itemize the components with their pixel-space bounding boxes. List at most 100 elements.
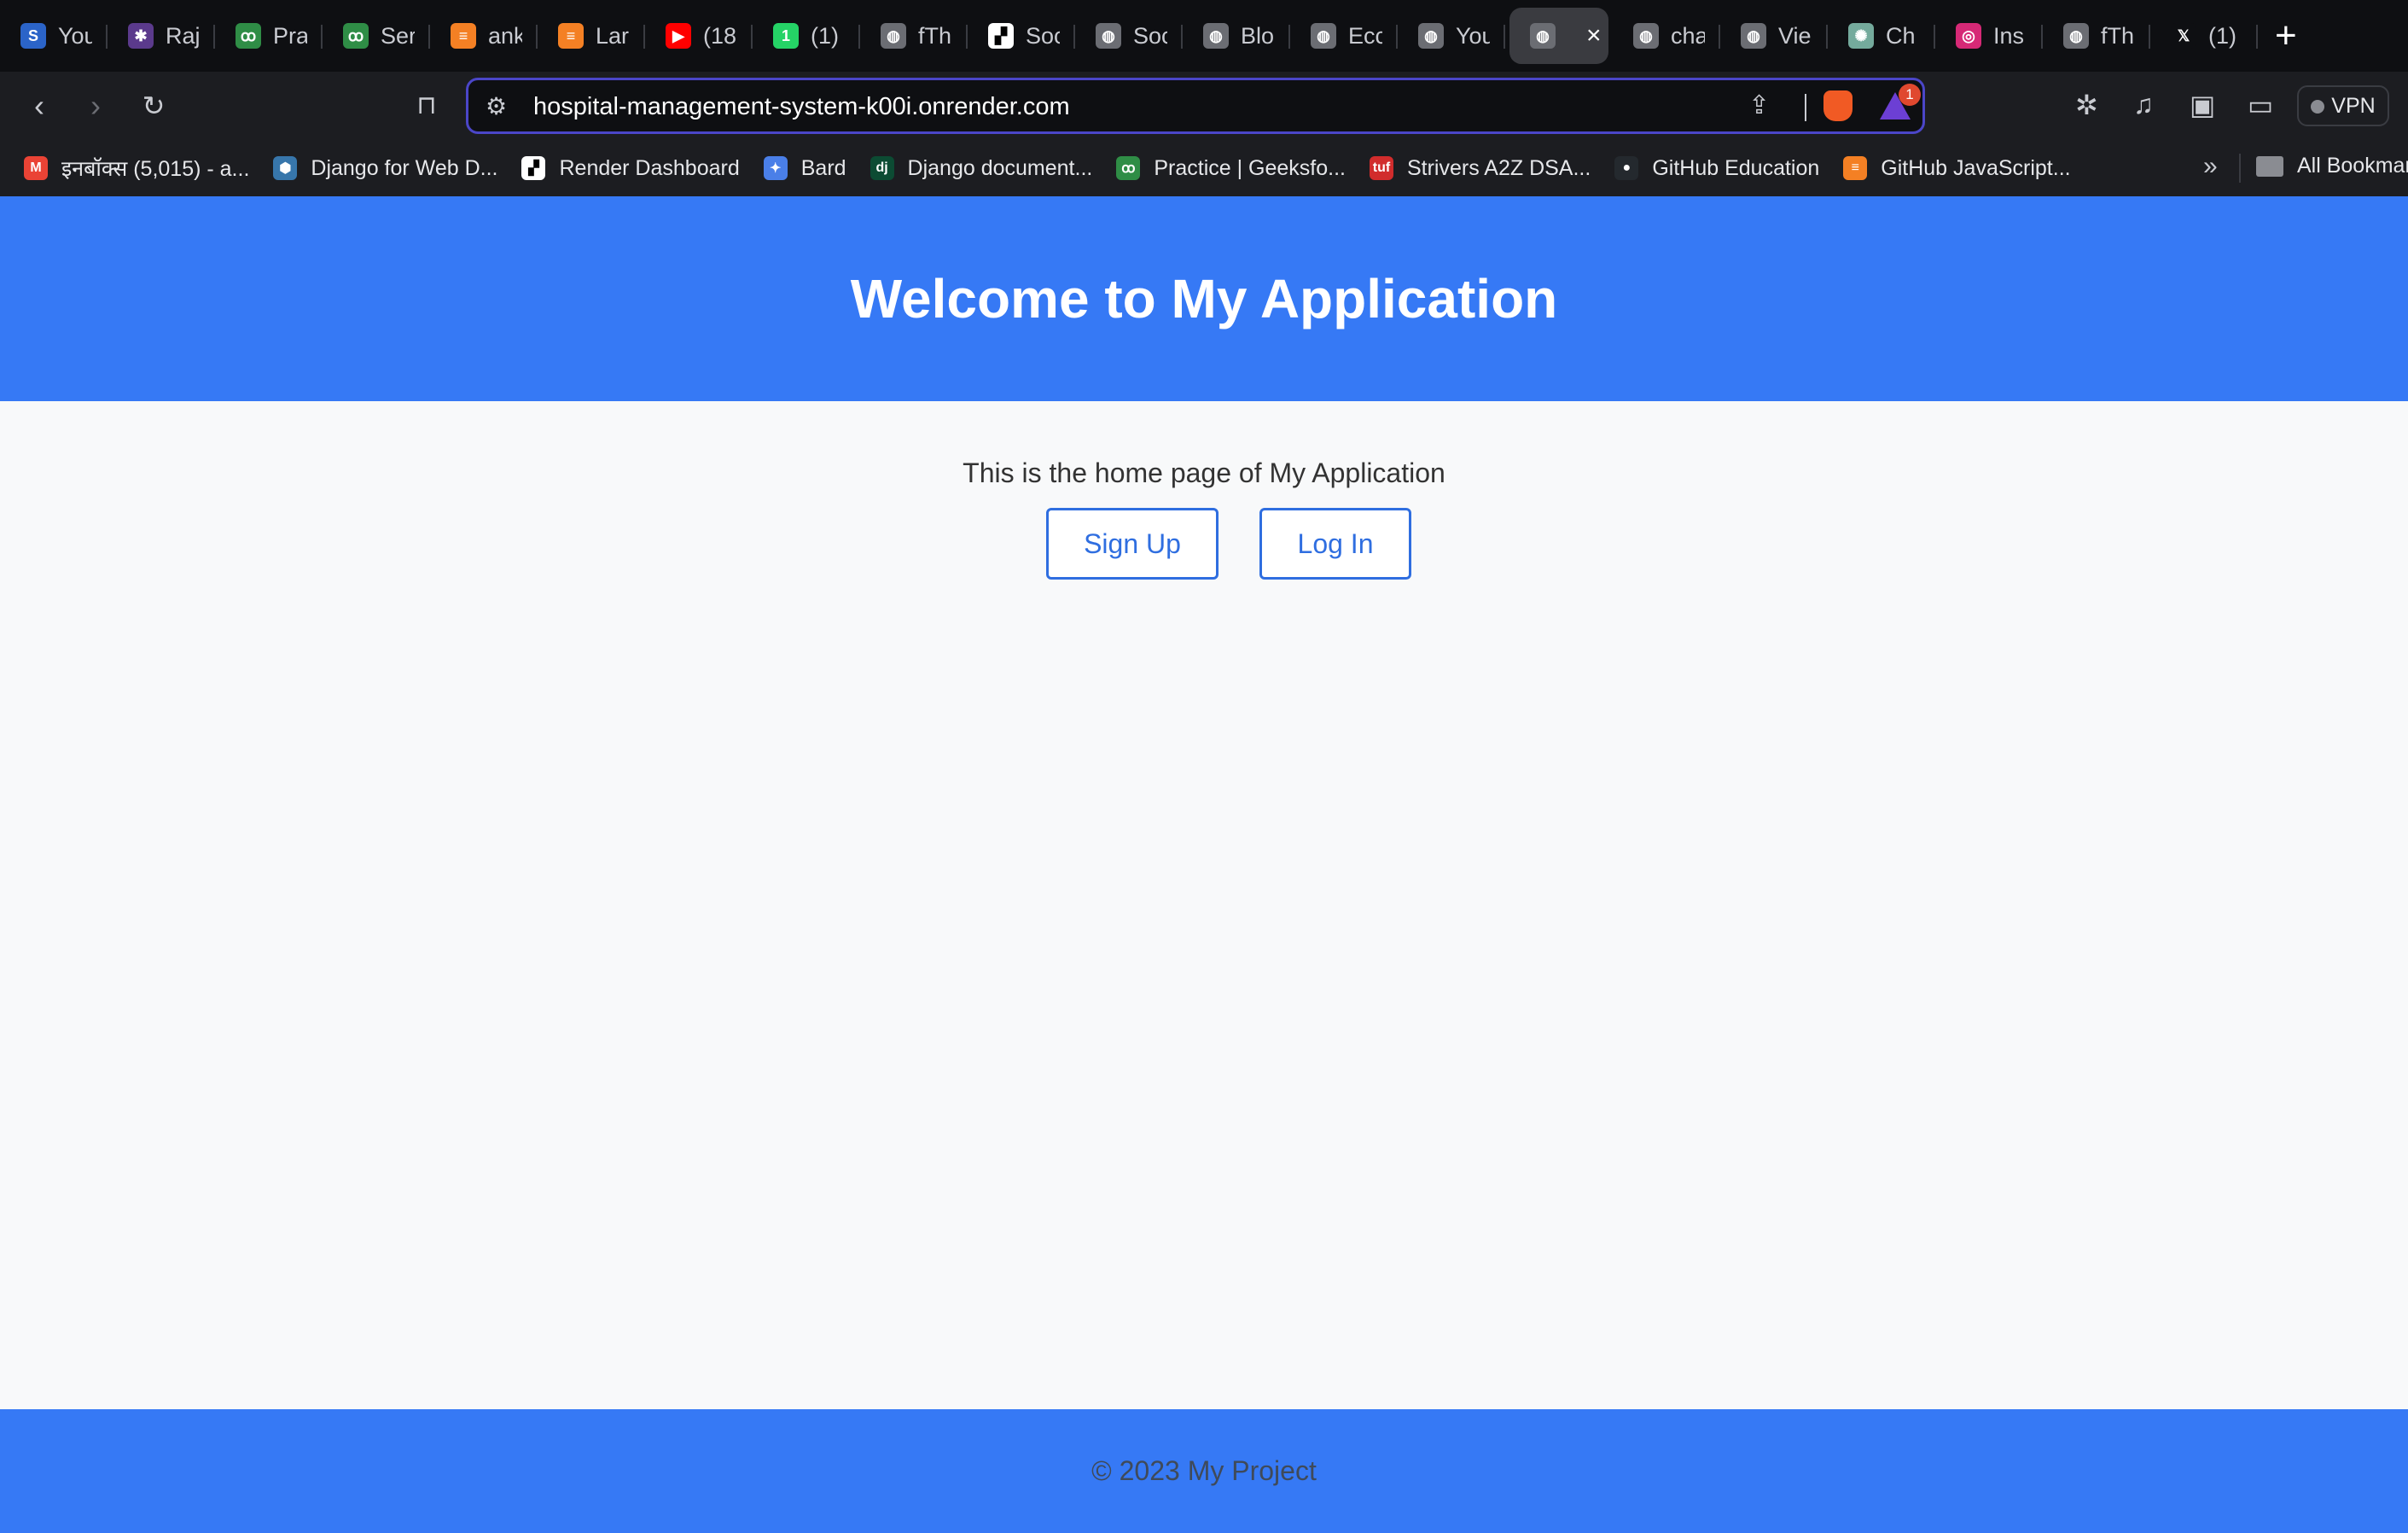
tab-title: Soc — [1026, 22, 1060, 49]
bookmarks-overflow-button[interactable]: » — [2203, 152, 2218, 181]
tab-title: You — [58, 22, 92, 49]
bookmark-item[interactable]: tuf Strivers A2Z DSA... — [1369, 156, 1591, 181]
django-icon: dj — [870, 156, 894, 180]
browser-tab[interactable]: ≡ ank — [430, 8, 538, 64]
browser-tab[interactable]: 1 (1) — [753, 8, 860, 64]
forward-arrow-icon[interactable]: › — [79, 89, 113, 123]
bookmark-item[interactable]: M इनबॉक्स (5,015) - a... — [24, 154, 249, 183]
login-button[interactable]: Log In — [1259, 508, 1411, 580]
browser-tab[interactable]: ◍ Vie — [1720, 8, 1828, 64]
browser-tab[interactable]: ✺ Ch — [1828, 8, 1935, 64]
brave-shields-icon[interactable] — [1823, 90, 1853, 121]
browser-tab[interactable]: ◍ Blo — [1183, 8, 1290, 64]
tab-title: Lar — [596, 22, 630, 49]
browser-tab[interactable]: ꝏ Ser — [323, 8, 430, 64]
bookmark-label: Django document... — [907, 155, 1093, 180]
bookmark-item[interactable]: dj Django document... — [870, 155, 1093, 181]
tab-title: (18 — [703, 22, 737, 49]
stackoverflow-icon: ≡ — [558, 23, 584, 49]
reload-icon[interactable]: ↻ — [137, 89, 171, 123]
render-icon: ▞ — [988, 23, 1014, 49]
stackoverflow-icon: ≡ — [1843, 156, 1868, 180]
gmail-icon: M — [24, 156, 48, 180]
globe-icon: ◍ — [1633, 23, 1659, 49]
globe-icon: ◍ — [881, 23, 906, 49]
browser-tab[interactable]: ◎ Ins — [1935, 8, 2043, 64]
site-footer: © 2023 My Project — [0, 1409, 2408, 1533]
bookmark-item[interactable]: ✦ Bard — [763, 156, 846, 181]
globe-icon: ◍ — [1311, 23, 1336, 49]
bookmark-label: इनबॉक्स (5,015) - a... — [61, 157, 250, 181]
tab-title: Vie — [1778, 22, 1812, 49]
globe-icon: ◍ — [1530, 23, 1556, 49]
bookmark-icon[interactable]: ⊓ — [410, 89, 444, 123]
wallet-icon[interactable]: ▭ — [2248, 89, 2273, 121]
browser-tab[interactable]: ≡ Lar — [538, 8, 645, 64]
tab-title: fTh — [918, 22, 952, 49]
browser-tab[interactable]: 𝕏 (1) — [2150, 8, 2258, 64]
vpn-label: VPN — [2331, 94, 2376, 118]
chatgpt-icon: ✺ — [1848, 23, 1874, 49]
vpn-status-icon — [2311, 100, 2325, 114]
bookmark-item[interactable]: ⬢ Django for Web D... — [273, 156, 497, 181]
divider — [1805, 94, 1806, 121]
browser-tab[interactable]: ◍ fTh — [2043, 8, 2150, 64]
bookmark-label: GitHub JavaScript... — [1881, 155, 2071, 180]
site-settings-icon[interactable]: ⚙ — [486, 92, 507, 120]
browser-tab[interactable]: ◍ cha — [1613, 8, 1720, 64]
all-bookmarks-label: All Bookmarks — [2297, 154, 2408, 178]
bookmark-item[interactable]: ▞ Render Dashboard — [521, 155, 740, 181]
browser-tab[interactable]: S You — [0, 8, 108, 64]
spider-icon: ✱ — [128, 23, 154, 49]
render-icon: ▞ — [521, 156, 546, 180]
tab-strip: S You ✱ Raj ꝏ Pra ꝏ Ser ≡ ank ≡ Lar ▶ (18 1 (1) ◍ fTh ▞ Soc… — [0, 0, 2408, 72]
browser-tab[interactable]: ꝏ Pra — [215, 8, 323, 64]
tab-title: You — [1456, 22, 1490, 49]
vpn-button[interactable]: VPN — [2297, 85, 2389, 126]
extensions-icon[interactable]: ✲ — [2075, 89, 2098, 121]
signup-button[interactable]: Sign Up — [1046, 508, 1219, 580]
bookmarks-bar: M इनबॉक्स (5,015) - a... ⬢ Django for Web D… — [0, 140, 2408, 196]
media-icon[interactable]: ♫ — [2133, 89, 2154, 120]
bookmark-label: GitHub Education — [1652, 155, 1820, 180]
all-bookmarks-button[interactable]: All Bookmarks — [2256, 154, 2408, 178]
url-text[interactable]: hospital-management-system-k00i.onrender… — [533, 93, 1070, 121]
tab-title: fTh — [2101, 22, 2135, 49]
browser-tab[interactable]: ▞ Soc — [968, 8, 1075, 64]
globe-icon: ◍ — [1741, 23, 1766, 49]
bookmark-label: Render Dashboard — [559, 155, 740, 180]
browser-tab[interactable]: ◍ You — [1398, 8, 1505, 64]
browser-tab[interactable]: ◍ × — [1509, 8, 1608, 64]
tab-title: Ch — [1886, 22, 1916, 49]
browser-tab[interactable]: ◍ Ecc — [1290, 8, 1398, 64]
tab-title: (1) — [2208, 22, 2236, 49]
instagram-icon: ◎ — [1956, 23, 1981, 49]
footer-copyright: © 2023 My Project — [1091, 1455, 1317, 1486]
page-title: Welcome to My Application — [850, 268, 1558, 329]
tab-title: Blo — [1241, 22, 1275, 49]
new-tab-button[interactable]: + — [2275, 15, 2297, 57]
tab-title: ank — [488, 22, 522, 49]
browser-tab[interactable]: ◍ fTh — [860, 8, 968, 64]
browser-tab[interactable]: ◍ Soc — [1075, 8, 1183, 64]
browser-tab[interactable]: ▶ (18 — [645, 8, 753, 64]
share-icon[interactable]: ⇪ — [1748, 90, 1770, 120]
site-header: Welcome to My Application — [0, 196, 2408, 401]
sidebar-icon[interactable]: ▣ — [2190, 89, 2215, 121]
bookmark-item[interactable]: ● GitHub Education — [1614, 156, 1819, 181]
bookmark-label: Practice | Geeksfo... — [1154, 155, 1346, 180]
shortcut-s-icon: S — [20, 23, 46, 49]
globe-icon: ◍ — [1418, 23, 1444, 49]
back-arrow-icon[interactable]: ‹ — [22, 89, 56, 123]
tuf-icon: tuf — [1369, 156, 1393, 180]
globe-icon: ◍ — [2063, 23, 2089, 49]
bookmark-item[interactable]: ≡ GitHub JavaScript... — [1843, 155, 2071, 181]
tab-title: Ecc — [1348, 22, 1382, 49]
geeksforgeeks-icon: ꝏ — [1116, 156, 1141, 180]
whatsapp-icon: 1 — [773, 23, 799, 49]
tab-title: Soc — [1133, 22, 1167, 49]
browser-tab[interactable]: ✱ Raj — [108, 8, 215, 64]
bookmark-item[interactable]: ꝏ Practice | Geeksfo... — [1116, 156, 1346, 181]
address-bar[interactable]: ⚙ hospital-management-system-k00i.onrend… — [466, 78, 1925, 134]
close-tab-icon[interactable]: × — [1586, 21, 1602, 50]
